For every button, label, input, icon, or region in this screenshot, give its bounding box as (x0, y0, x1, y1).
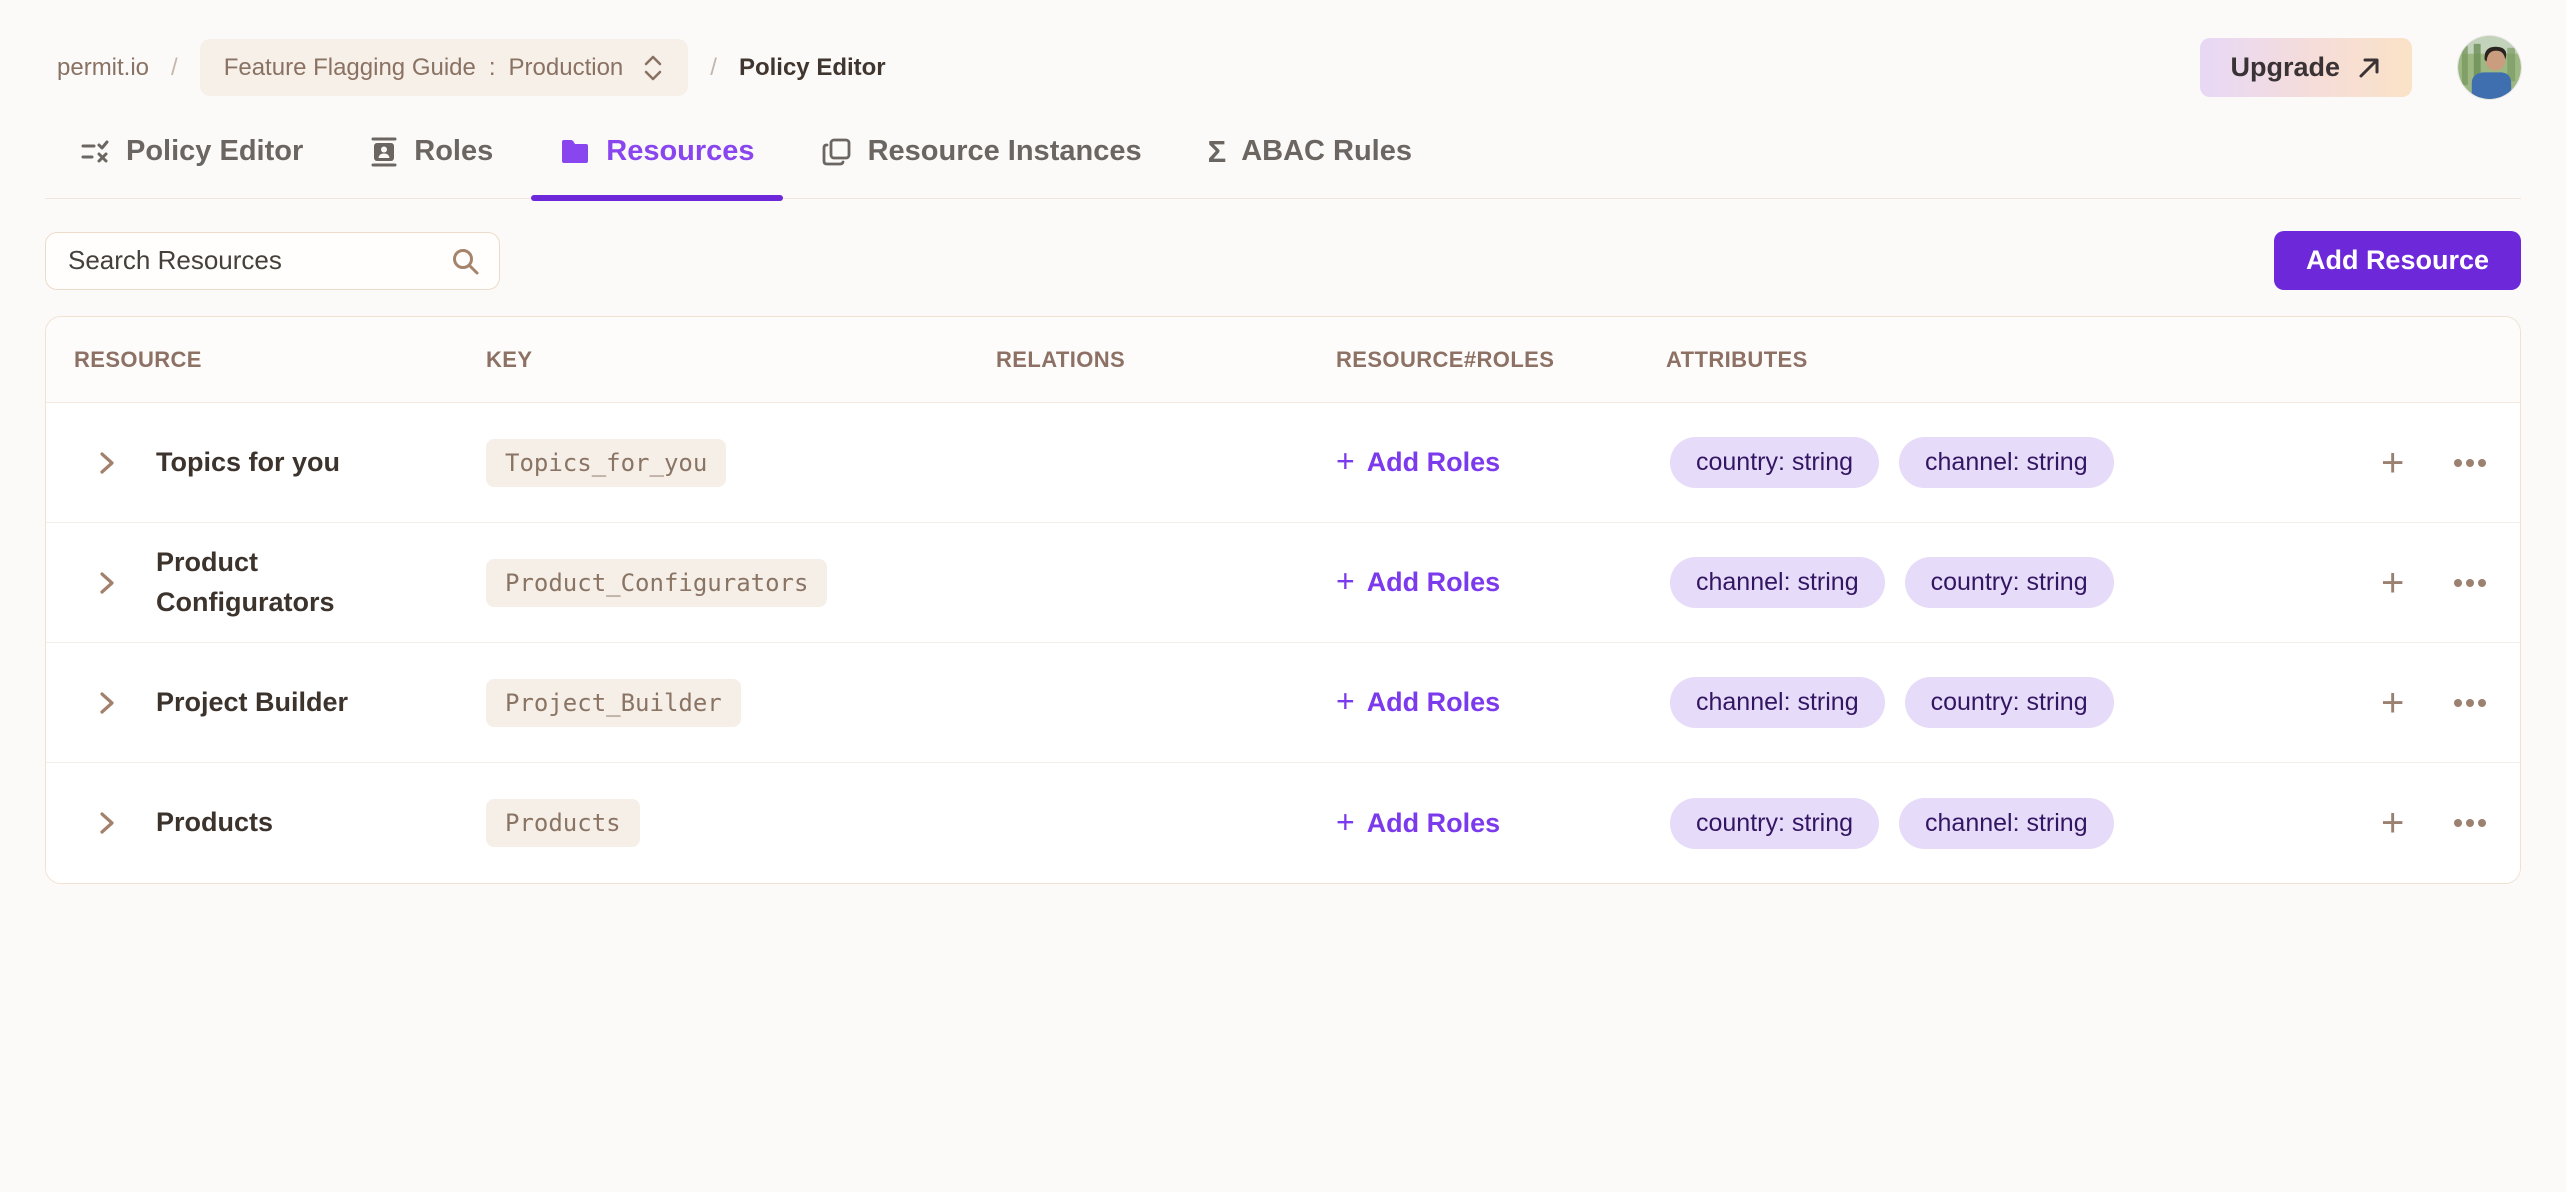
tab-label: Resource Instances (868, 135, 1142, 168)
resource-name: Product Configurators (156, 543, 486, 621)
ellipsis-icon[interactable] (2448, 573, 2492, 593)
id-badge-icon (369, 136, 399, 168)
tab-label: Resources (606, 135, 754, 168)
chevron-right-icon (96, 688, 118, 718)
attribute-pill: country: string (1670, 437, 1879, 488)
resource-key: Project_Builder (486, 679, 741, 727)
add-action-icon[interactable]: + (2377, 563, 2408, 603)
tab-resources[interactable]: Resources (555, 135, 758, 198)
breadcrumb-separator: / (171, 54, 178, 82)
column-header-relations: RELATIONS (996, 347, 1336, 373)
add-roles-button[interactable]: + Add Roles (1336, 447, 1500, 478)
attribute-pill: country: string (1905, 677, 2114, 728)
plus-icon: + (1336, 806, 1355, 838)
top-bar: permit.io / Feature Flagging Guide : Pro… (45, 0, 2521, 135)
resource-key: Products (486, 799, 640, 847)
plus-icon: + (1336, 445, 1355, 477)
breadcrumb-page: Policy Editor (739, 54, 886, 82)
expand-row-button[interactable] (90, 802, 124, 844)
tab-roles[interactable]: Roles (365, 135, 497, 198)
table-header: RESOURCE KEY RELATIONS RESOURCE#ROLES AT… (46, 317, 2520, 403)
attribute-pill: country: string (1905, 557, 2114, 608)
environment-name: Production (509, 54, 624, 82)
search-input[interactable] (45, 232, 500, 290)
expand-row-button[interactable] (90, 442, 124, 484)
column-header-resource: RESOURCE (46, 347, 486, 373)
toolbar: Add Resource (45, 231, 2521, 290)
add-action-icon[interactable]: + (2377, 443, 2408, 483)
add-resource-button[interactable]: Add Resource (2274, 231, 2521, 290)
project-name: Feature Flagging Guide (224, 54, 476, 82)
upgrade-label: Upgrade (2230, 52, 2340, 83)
chevron-right-icon (96, 568, 118, 598)
avatar[interactable] (2458, 36, 2521, 99)
chevron-right-icon (96, 808, 118, 838)
column-header-attributes: ATTRIBUTES (1666, 347, 2351, 373)
table-row: Project Builder Project_Builder + Add Ro… (46, 643, 2520, 763)
copies-icon (821, 136, 853, 168)
table-row: Product Configurators Product_Configurat… (46, 523, 2520, 643)
search-box (45, 232, 500, 290)
plus-icon: + (1336, 685, 1355, 717)
column-header-key: KEY (486, 347, 996, 373)
rules-list-icon (79, 136, 111, 168)
resource-name: Products (156, 803, 486, 842)
tab-policy-editor[interactable]: Policy Editor (75, 135, 307, 198)
resource-key: Product_Configurators (486, 559, 827, 607)
tab-bar: Policy Editor Roles Resources (45, 135, 2521, 199)
resource-name: Project Builder (156, 683, 486, 722)
expand-row-button[interactable] (90, 562, 124, 604)
attribute-pill: channel: string (1670, 557, 1885, 608)
chevron-up-down-icon (642, 55, 664, 81)
resource-name: Topics for you (156, 443, 486, 482)
attribute-pill: channel: string (1899, 798, 2114, 849)
ellipsis-icon[interactable] (2448, 453, 2492, 473)
table-row: Products Products + Add Roles country: s… (46, 763, 2520, 883)
tab-label: Policy Editor (126, 135, 303, 168)
table-row: Topics for you Topics_for_you + Add Role… (46, 403, 2520, 523)
resources-table: RESOURCE KEY RELATIONS RESOURCE#ROLES AT… (45, 316, 2521, 884)
add-action-icon[interactable]: + (2377, 803, 2408, 843)
add-roles-button[interactable]: + Add Roles (1336, 808, 1500, 839)
ellipsis-icon[interactable] (2448, 693, 2492, 713)
breadcrumb-org-link[interactable]: permit.io (57, 54, 149, 82)
tab-label: Roles (414, 135, 493, 168)
attribute-pill: country: string (1670, 798, 1879, 849)
add-roles-button[interactable]: + Add Roles (1336, 567, 1500, 598)
arrow-up-right-icon (2356, 55, 2382, 81)
breadcrumb: permit.io / Feature Flagging Guide : Pro… (57, 39, 886, 96)
tab-abac-rules[interactable]: Σ ABAC Rules (1204, 135, 1416, 198)
column-header-resource-roles: RESOURCE#ROLES (1336, 347, 1666, 373)
attribute-pill: channel: string (1899, 437, 2114, 488)
app: permit.io / Feature Flagging Guide : Pro… (0, 0, 2566, 1192)
plus-icon: + (1336, 565, 1355, 597)
expand-row-button[interactable] (90, 682, 124, 724)
tab-label: ABAC Rules (1241, 135, 1412, 168)
chevron-right-icon (96, 448, 118, 478)
ellipsis-icon[interactable] (2448, 813, 2492, 833)
resource-key: Topics_for_you (486, 439, 726, 487)
breadcrumb-separator: / (710, 54, 717, 82)
add-roles-button[interactable]: + Add Roles (1336, 687, 1500, 718)
env-colon: : (489, 54, 496, 82)
top-bar-actions: Upgrade (2200, 36, 2521, 99)
tab-resource-instances[interactable]: Resource Instances (817, 135, 1146, 198)
environment-selector[interactable]: Feature Flagging Guide : Production (200, 39, 689, 96)
sigma-icon: Σ (1208, 136, 1227, 167)
upgrade-button[interactable]: Upgrade (2200, 38, 2412, 97)
folder-icon (559, 138, 591, 166)
add-action-icon[interactable]: + (2377, 683, 2408, 723)
search-icon[interactable] (450, 246, 480, 276)
attribute-pill: channel: string (1670, 677, 1885, 728)
